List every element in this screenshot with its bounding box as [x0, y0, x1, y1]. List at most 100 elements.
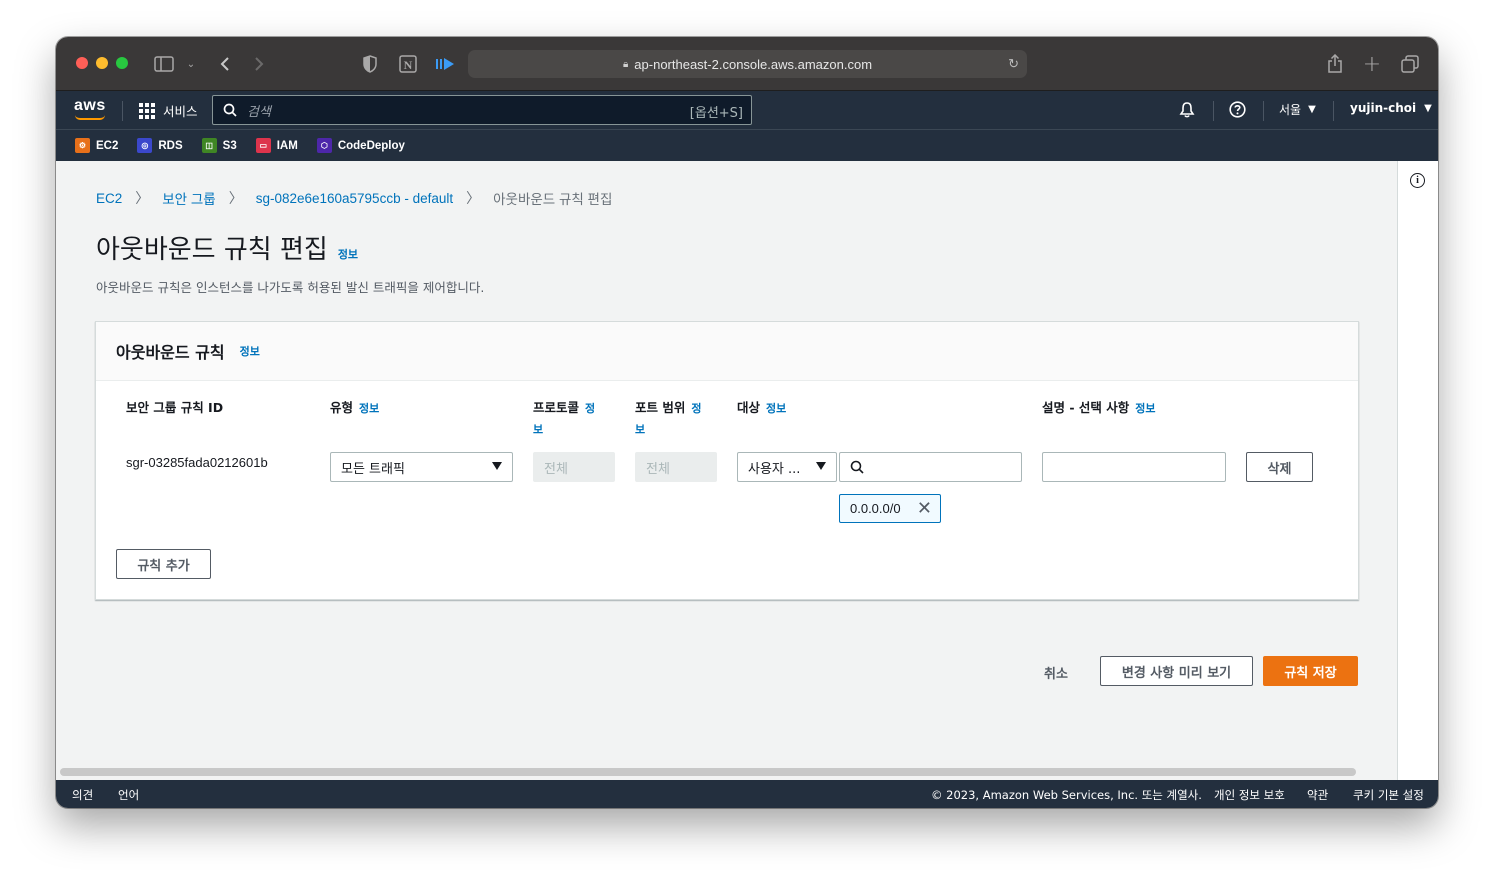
favorite-codedeploy[interactable]: ⬡ CodeDeploy: [316, 138, 405, 153]
breadcrumb-security-groups[interactable]: 보안 그룹: [162, 188, 215, 208]
search-input[interactable]: 검색 [옵션+S]: [212, 95, 752, 125]
chevron-down-icon[interactable]: ⌄: [184, 51, 198, 77]
favorite-s3[interactable]: ◫ S3: [201, 138, 237, 153]
caret-down-icon: [492, 462, 502, 470]
column-label: 유형: [330, 400, 354, 415]
minimize-window-button[interactable]: [96, 57, 108, 69]
panel-info-link[interactable]: 정보: [240, 343, 260, 359]
nav-divider: [1333, 101, 1334, 121]
protocol-info-link[interactable]: 정: [585, 402, 595, 415]
favorite-rds[interactable]: ◎ RDS: [137, 138, 183, 153]
svg-text:N: N: [404, 58, 413, 72]
forward-icon[interactable]: [250, 51, 268, 77]
favorite-label: S3: [222, 139, 237, 152]
protocol-info-link-wrap[interactable]: 보: [533, 423, 543, 436]
delete-rule-button[interactable]: 삭제: [1246, 452, 1313, 482]
column-header-protocol: 프로토콜 정 보: [533, 398, 615, 440]
favorite-label: IAM: [276, 139, 298, 152]
search-icon: [223, 103, 237, 117]
type-select[interactable]: 모든 트래픽: [330, 452, 513, 482]
favorites-bar: ⚙ EC2 ◎ RDS ◫ S3 ▭ IAM ⬡ CodeDeploy: [56, 129, 1438, 161]
zoom-window-button[interactable]: [116, 57, 128, 69]
region-label: 서울: [1279, 103, 1302, 117]
breadcrumb-security-group[interactable]: sg-082e6e160a5795ccb - default: [256, 191, 453, 206]
caret-down-icon: ▼: [1308, 104, 1316, 115]
destination-cidr-token: 0.0.0.0/0 ✕: [839, 494, 941, 523]
new-tab-icon[interactable]: +: [1361, 51, 1383, 77]
aws-logo[interactable]: aws: [74, 97, 106, 120]
cancel-button[interactable]: 취소: [1044, 663, 1068, 682]
sidebar-toggle-icon[interactable]: [152, 51, 176, 77]
tab-overview-icon[interactable]: [1399, 51, 1421, 77]
favorite-label: EC2: [96, 139, 119, 152]
save-rules-button[interactable]: 규칙 저장: [1263, 656, 1358, 686]
column-label: 대상: [737, 400, 761, 415]
footer-cookies-link[interactable]: 쿠키 기본 설정: [1353, 787, 1424, 803]
column-header-destination: 대상 정보: [737, 398, 786, 419]
page-description: 아웃바운드 규칙은 인스턴스를 나가도록 허용된 발신 트래픽을 제어합니다.: [96, 280, 485, 295]
add-rule-button[interactable]: 규칙 추가: [116, 549, 211, 579]
column-header-port-range: 포트 범위 정 보: [635, 398, 717, 440]
page-title: 아웃바운드 규칙 편집 정보: [96, 229, 358, 266]
token-label: 0.0.0.0/0: [850, 501, 901, 516]
chevron-right-icon: 〉: [466, 190, 481, 206]
breadcrumb-ec2[interactable]: EC2: [96, 191, 122, 206]
favorite-label: RDS: [158, 139, 183, 152]
back-icon[interactable]: [216, 51, 234, 77]
footer-terms-link[interactable]: 약관: [1307, 787, 1328, 803]
help-icon[interactable]: [1229, 101, 1246, 118]
account-menu[interactable]: yujin-choi ▼: [1350, 101, 1432, 115]
search-icon: [850, 460, 864, 474]
footer-language-link[interactable]: 언어: [118, 787, 139, 803]
browser-toolbar: ⌄ N 🔒︎ ap-northeast-2.console.aws.amazon…: [56, 37, 1438, 91]
shield-icon[interactable]: [360, 51, 380, 77]
destination-search-input[interactable]: [839, 452, 1022, 482]
region-selector[interactable]: 서울 ▼: [1279, 101, 1316, 118]
reload-icon[interactable]: ↻: [1008, 56, 1019, 72]
description-info-link[interactable]: 정보: [1135, 402, 1155, 415]
share-icon[interactable]: [1324, 51, 1346, 77]
footer: 의견 언어 © 2023, Amazon Web Services, Inc. …: [56, 780, 1438, 808]
remove-token-icon[interactable]: ✕: [917, 499, 932, 517]
search-shortcut: [옵션+S]: [689, 106, 743, 121]
rds-service-icon: ◎: [137, 138, 153, 153]
page-info-link[interactable]: 정보: [338, 246, 358, 262]
iam-service-icon: ▭: [255, 138, 271, 153]
rule-id: sgr-03285fada0212601b: [126, 455, 268, 470]
protocol-field: 전체: [533, 452, 615, 482]
destination-type-value: 사용자 ...: [748, 461, 801, 477]
notifications-icon[interactable]: [1179, 101, 1195, 118]
outbound-rules-panel: 아웃바운드 규칙 정보 보안 그룹 규칙 ID 유형 정보 프로토콜 정 보 포트 범…: [95, 321, 1359, 600]
favorite-iam[interactable]: ▭ IAM: [255, 138, 298, 153]
port-info-link-wrap[interactable]: 보: [635, 423, 645, 436]
port-range-value: 전체: [646, 461, 670, 477]
chevron-right-icon: 〉: [228, 190, 243, 206]
account-username: yujin-choi: [1350, 101, 1417, 115]
breadcrumb: EC2 〉 보안 그룹 〉 sg-082e6e160a5795ccb - def…: [96, 188, 612, 208]
footer-feedback-link[interactable]: 의견: [72, 787, 93, 803]
column-header-description: 설명 - 선택 사항 정보: [1042, 398, 1156, 419]
horizontal-scrollbar[interactable]: [60, 768, 1356, 776]
column-header-rule-id: 보안 그룹 규칙 ID: [126, 398, 223, 418]
destination-info-link[interactable]: 정보: [766, 402, 786, 415]
address-bar[interactable]: 🔒︎ ap-northeast-2.console.aws.amazon.com…: [468, 50, 1027, 78]
main-content: EC2 〉 보안 그룹 〉 sg-082e6e160a5795ccb - def…: [56, 161, 1397, 766]
description-input[interactable]: [1042, 452, 1226, 482]
favorite-ec2[interactable]: ⚙ EC2: [75, 138, 118, 153]
address-url: ap-northeast-2.console.aws.amazon.com: [634, 56, 873, 72]
grid-icon: [139, 102, 155, 119]
ec2-service-icon: ⚙: [75, 138, 90, 153]
footer-privacy-link[interactable]: 개인 정보 보호: [1214, 787, 1285, 803]
info-icon[interactable]: i: [1410, 173, 1425, 188]
services-menu-button[interactable]: 서비스: [139, 101, 198, 120]
port-info-link[interactable]: 정: [691, 402, 701, 415]
close-window-button[interactable]: [76, 57, 88, 69]
extension-play-icon[interactable]: [434, 51, 456, 77]
preview-changes-button[interactable]: 변경 사항 미리 보기: [1100, 656, 1253, 686]
type-info-link[interactable]: 정보: [359, 402, 379, 415]
destination-type-select[interactable]: 사용자 ...: [737, 452, 837, 482]
notion-icon[interactable]: N: [397, 51, 419, 77]
protocol-value: 전체: [544, 461, 568, 477]
chevron-right-icon: 〉: [135, 190, 150, 206]
breadcrumb-current: 아웃바운드 규칙 편집: [493, 192, 613, 207]
